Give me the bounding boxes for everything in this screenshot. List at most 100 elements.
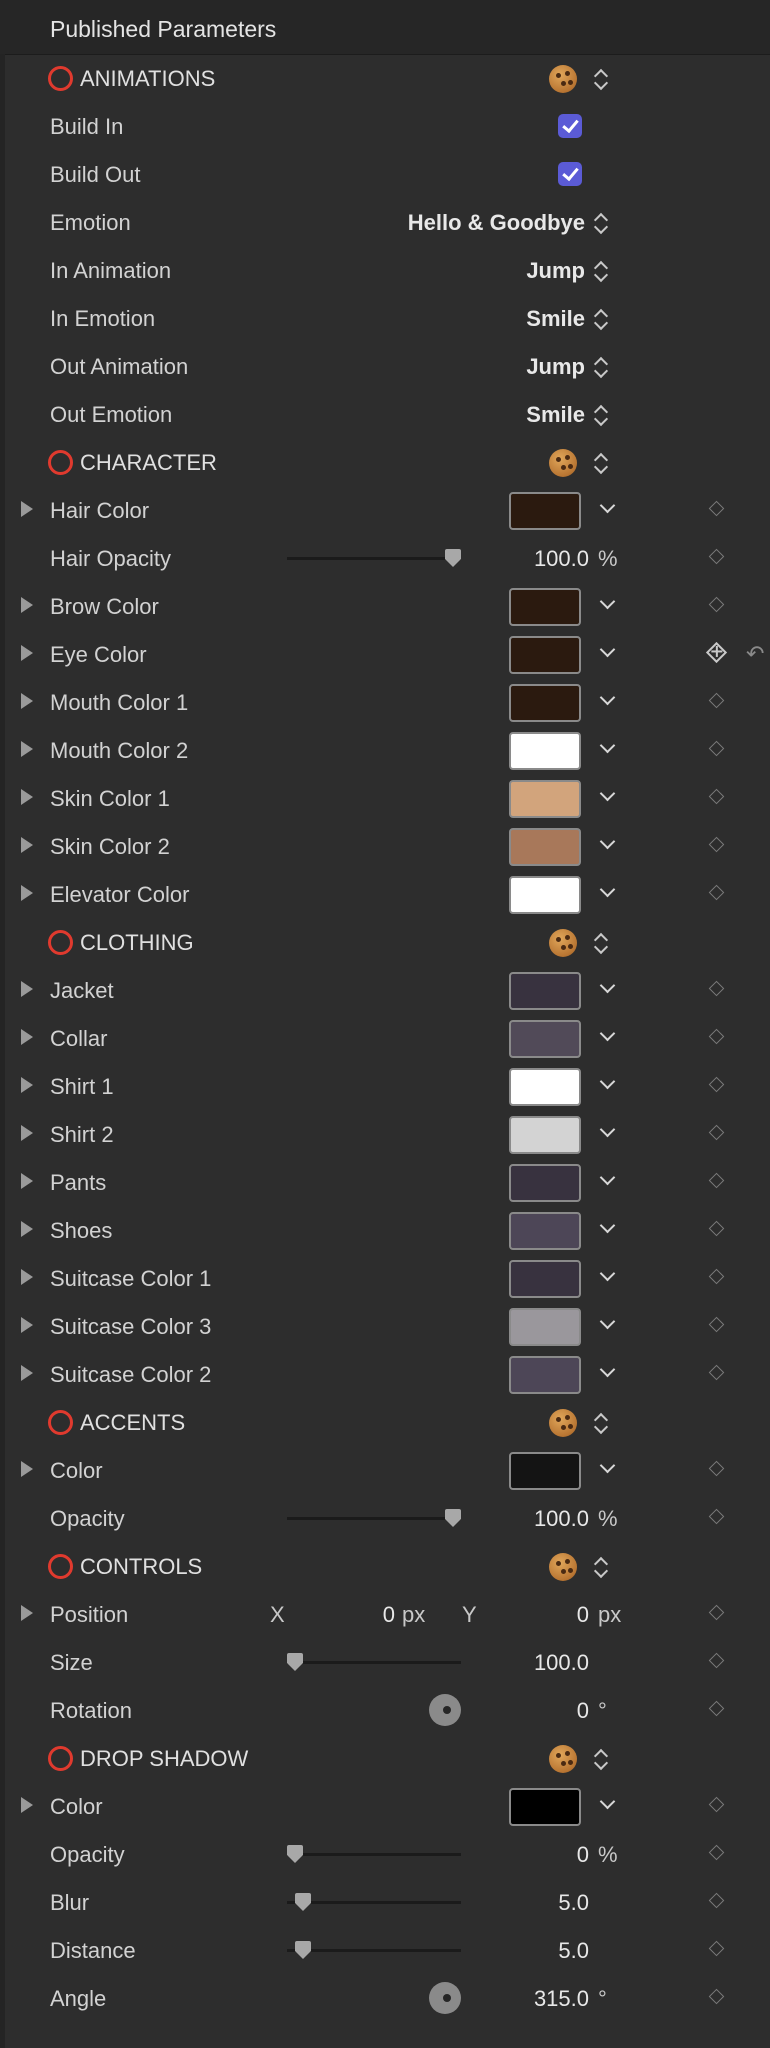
- diamond-icon[interactable]: [708, 1028, 725, 1045]
- diamond-icon[interactable]: [708, 1604, 725, 1621]
- diamond-icon[interactable]: [708, 980, 725, 997]
- disclosure-triangle-icon[interactable]: [21, 693, 33, 709]
- disclosure-triangle-icon[interactable]: [21, 501, 33, 517]
- disclosure-triangle-icon[interactable]: [21, 837, 33, 853]
- diamond-icon[interactable]: [708, 1364, 725, 1381]
- distance-slider[interactable]: [287, 1941, 461, 1959]
- chevron-down-icon[interactable]: [599, 1025, 616, 1042]
- group-controls[interactable]: CONTROLS: [5, 1542, 770, 1590]
- value-field[interactable]: 100.0: [534, 1506, 589, 1532]
- color-swatch[interactable]: [509, 972, 581, 1010]
- value-field[interactable]: 0: [577, 1698, 589, 1724]
- color-swatch[interactable]: [509, 1020, 581, 1058]
- up-down-chevron-icon[interactable]: [593, 450, 609, 476]
- disclosure-triangle-icon[interactable]: [21, 981, 33, 997]
- value-field[interactable]: 100.0: [534, 546, 589, 572]
- color-swatch[interactable]: [509, 684, 581, 722]
- chevron-down-icon[interactable]: [599, 1793, 616, 1810]
- accent-opacity-slider[interactable]: [287, 1509, 461, 1527]
- rotation-dial[interactable]: [429, 1694, 461, 1726]
- value-field[interactable]: 5.0: [558, 1890, 589, 1916]
- out-emotion-popup[interactable]: Smile: [526, 402, 585, 428]
- diamond-icon[interactable]: [708, 1700, 725, 1717]
- diamond-icon[interactable]: [708, 596, 725, 613]
- slider-thumb[interactable]: [294, 1893, 311, 1911]
- in-animation-popup[interactable]: Jump: [526, 258, 585, 284]
- chevron-down-icon[interactable]: [599, 689, 616, 706]
- disclosure-triangle-icon[interactable]: [21, 1797, 33, 1813]
- disclosure-triangle-icon[interactable]: [21, 1605, 33, 1621]
- chevron-down-icon[interactable]: [599, 1169, 616, 1186]
- value-field[interactable]: 315.0: [534, 1986, 589, 2012]
- up-down-chevron-icon[interactable]: [593, 306, 609, 332]
- disclosure-triangle-icon[interactable]: [21, 1077, 33, 1093]
- diamond-icon[interactable]: [708, 1172, 725, 1189]
- diamond-icon[interactable]: [708, 788, 725, 805]
- diamond-icon[interactable]: [708, 1076, 725, 1093]
- diamond-icon[interactable]: [708, 884, 725, 901]
- disclosure-triangle-icon[interactable]: [21, 1221, 33, 1237]
- disclosure-triangle-icon[interactable]: [21, 645, 33, 661]
- color-swatch[interactable]: [509, 1212, 581, 1250]
- chevron-down-icon[interactable]: [599, 785, 616, 802]
- slider-thumb[interactable]: [287, 1845, 303, 1863]
- value-field[interactable]: 100.0: [534, 1650, 589, 1676]
- disclosure-triangle-icon[interactable]: [21, 1461, 33, 1477]
- color-swatch[interactable]: [509, 780, 581, 818]
- group-accents[interactable]: ACCENTS: [5, 1398, 770, 1446]
- color-swatch[interactable]: [509, 1356, 581, 1394]
- build-in-checkbox[interactable]: [558, 114, 582, 138]
- color-swatch[interactable]: [509, 1164, 581, 1202]
- diamond-icon[interactable]: [708, 836, 725, 853]
- diamond-icon[interactable]: [708, 740, 725, 757]
- chevron-down-icon[interactable]: [599, 881, 616, 898]
- cookie-icon[interactable]: [549, 1745, 577, 1773]
- angle-dial[interactable]: [429, 1982, 461, 2014]
- color-swatch[interactable]: [509, 636, 581, 674]
- slider-thumb[interactable]: [287, 1653, 303, 1671]
- color-swatch[interactable]: [509, 492, 581, 530]
- disclosure-triangle-icon[interactable]: [21, 789, 33, 805]
- group-character[interactable]: CHARACTER: [5, 438, 770, 486]
- color-swatch[interactable]: [509, 1308, 581, 1346]
- disclosure-triangle-icon[interactable]: [21, 597, 33, 613]
- color-swatch[interactable]: [509, 1788, 581, 1826]
- disclosure-triangle-icon[interactable]: [21, 741, 33, 757]
- up-down-chevron-icon[interactable]: [593, 66, 609, 92]
- chevron-down-icon[interactable]: [599, 1121, 616, 1138]
- diamond-icon[interactable]: [708, 1892, 725, 1909]
- up-down-chevron-icon[interactable]: [593, 354, 609, 380]
- diamond-icon[interactable]: [708, 1508, 725, 1525]
- x-value-field[interactable]: 0: [383, 1602, 395, 1628]
- diamond-icon[interactable]: [708, 1268, 725, 1285]
- disclosure-triangle-icon[interactable]: [21, 1173, 33, 1189]
- chevron-down-icon[interactable]: [599, 641, 616, 658]
- cookie-icon[interactable]: [549, 1553, 577, 1581]
- diamond-icon[interactable]: [708, 1988, 725, 2005]
- up-down-chevron-icon[interactable]: [593, 930, 609, 956]
- chevron-down-icon[interactable]: [599, 1457, 616, 1474]
- slider-thumb[interactable]: [445, 549, 461, 567]
- color-swatch[interactable]: [509, 1260, 581, 1298]
- color-swatch[interactable]: [509, 1068, 581, 1106]
- color-swatch[interactable]: [509, 1116, 581, 1154]
- disclosure-triangle-icon[interactable]: [21, 885, 33, 901]
- out-animation-popup[interactable]: Jump: [526, 354, 585, 380]
- group-drop-shadow[interactable]: DROP SHADOW: [5, 1734, 770, 1782]
- up-down-chevron-icon[interactable]: [593, 210, 609, 236]
- diamond-icon[interactable]: [708, 692, 725, 709]
- diamond-icon[interactable]: [708, 1940, 725, 1957]
- diamond-icon[interactable]: [708, 1844, 725, 1861]
- cookie-icon[interactable]: [549, 65, 577, 93]
- color-swatch[interactable]: [509, 732, 581, 770]
- y-value-field[interactable]: 0: [577, 1602, 589, 1628]
- up-down-chevron-icon[interactable]: [593, 1746, 609, 1772]
- add-keyframe-icon[interactable]: [705, 641, 728, 664]
- color-swatch[interactable]: [509, 828, 581, 866]
- diamond-icon[interactable]: [708, 548, 725, 565]
- blur-slider[interactable]: [287, 1893, 461, 1911]
- up-down-chevron-icon[interactable]: [593, 1554, 609, 1580]
- chevron-down-icon[interactable]: [599, 1361, 616, 1378]
- up-down-chevron-icon[interactable]: [593, 258, 609, 284]
- chevron-down-icon[interactable]: [599, 1217, 616, 1234]
